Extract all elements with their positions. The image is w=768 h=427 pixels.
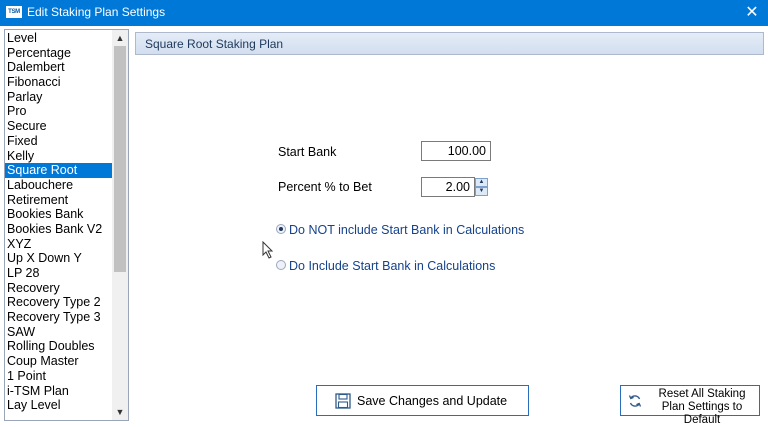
spin-up-arrow-icon[interactable]: ▲ — [475, 178, 488, 187]
list-item[interactable]: Retirement — [5, 193, 113, 208]
list-item[interactable]: XYZ — [5, 237, 113, 252]
percent-to-bet-label: Percent % to Bet — [278, 180, 372, 194]
save-changes-button[interactable]: Save Changes and Update — [316, 385, 529, 416]
list-item[interactable]: Kelly — [5, 149, 113, 164]
scroll-up-arrow-icon[interactable]: ▲ — [112, 30, 128, 46]
list-item[interactable]: Fibonacci — [5, 75, 113, 90]
list-item[interactable]: LP 28 — [5, 266, 113, 281]
spin-down-arrow-icon[interactable]: ▼ — [475, 187, 488, 196]
list-item[interactable]: i-TSM Plan — [5, 384, 113, 399]
exclude-start-bank-label[interactable]: Do NOT include Start Bank in Calculation… — [289, 221, 524, 239]
list-item[interactable]: 1 Point — [5, 369, 113, 384]
list-item[interactable]: Bookies Bank V2 — [5, 222, 113, 237]
list-item[interactable]: Dalembert — [5, 60, 113, 75]
list-item[interactable]: Coup Master — [5, 354, 113, 369]
panel-title: Square Root Staking Plan — [145, 37, 284, 51]
close-icon[interactable]: ✕ — [740, 0, 764, 26]
list-item[interactable]: Recovery Type 3 — [5, 310, 113, 325]
scroll-thumb[interactable] — [114, 46, 126, 272]
scroll-down-arrow-icon[interactable]: ▼ — [112, 404, 128, 420]
staking-plan-list[interactable]: Level Percentage Dalembert Fibonacci Parlay P… — [4, 29, 129, 421]
list-item[interactable]: Pro — [5, 104, 113, 119]
app-logo-icon: TSM — [6, 6, 22, 18]
percent-to-bet-input[interactable]: 2.00 — [421, 177, 475, 197]
title-bar: TSM Edit Staking Plan Settings ✕ — [0, 0, 768, 26]
list-item[interactable]: SAW — [5, 325, 113, 340]
list-item[interactable]: Square Root — [5, 163, 113, 178]
floppy-disk-icon — [335, 393, 351, 409]
start-bank-label: Start Bank — [278, 145, 337, 159]
list-item[interactable]: Fixed — [5, 134, 113, 149]
list-item[interactable]: Recovery Type 2 — [5, 295, 113, 310]
list-item[interactable]: Labouchere — [5, 178, 113, 193]
list-item[interactable]: Recovery — [5, 281, 113, 296]
list-item[interactable]: Parlay — [5, 90, 113, 105]
refresh-icon — [628, 395, 642, 407]
percent-spinner[interactable]: ▲ ▼ — [475, 177, 489, 197]
list-item[interactable]: Bookies Bank — [5, 207, 113, 222]
list-item[interactable]: Secure — [5, 119, 113, 134]
list-item[interactable]: Level — [5, 31, 113, 46]
list-item[interactable]: Rolling Doubles — [5, 339, 113, 354]
radio-button-icon[interactable] — [276, 260, 286, 270]
save-changes-label: Save Changes and Update — [357, 394, 508, 408]
list-scrollbar[interactable]: ▲ ▼ — [112, 30, 128, 420]
list-item[interactable]: Up X Down Y — [5, 251, 113, 266]
panel-header: Square Root Staking Plan — [135, 32, 764, 55]
reset-settings-label: Reset All Staking Plan Settings to Defau… — [658, 388, 746, 426]
start-bank-input[interactable]: 100.00 — [421, 141, 491, 161]
list-item[interactable]: Percentage — [5, 46, 113, 61]
list-item[interactable]: Lay Level — [5, 398, 113, 413]
plan-list-items: Level Percentage Dalembert Fibonacci Parlay P… — [5, 31, 113, 413]
window-title: Edit Staking Plan Settings — [27, 5, 166, 19]
mouse-pointer-icon — [262, 241, 274, 259]
reset-settings-button[interactable]: Reset All Staking Plan Settings to Defau… — [620, 385, 760, 426]
include-start-bank-label[interactable]: Do Include Start Bank in Calculations — [289, 257, 495, 275]
radio-button-icon[interactable] — [276, 224, 286, 234]
